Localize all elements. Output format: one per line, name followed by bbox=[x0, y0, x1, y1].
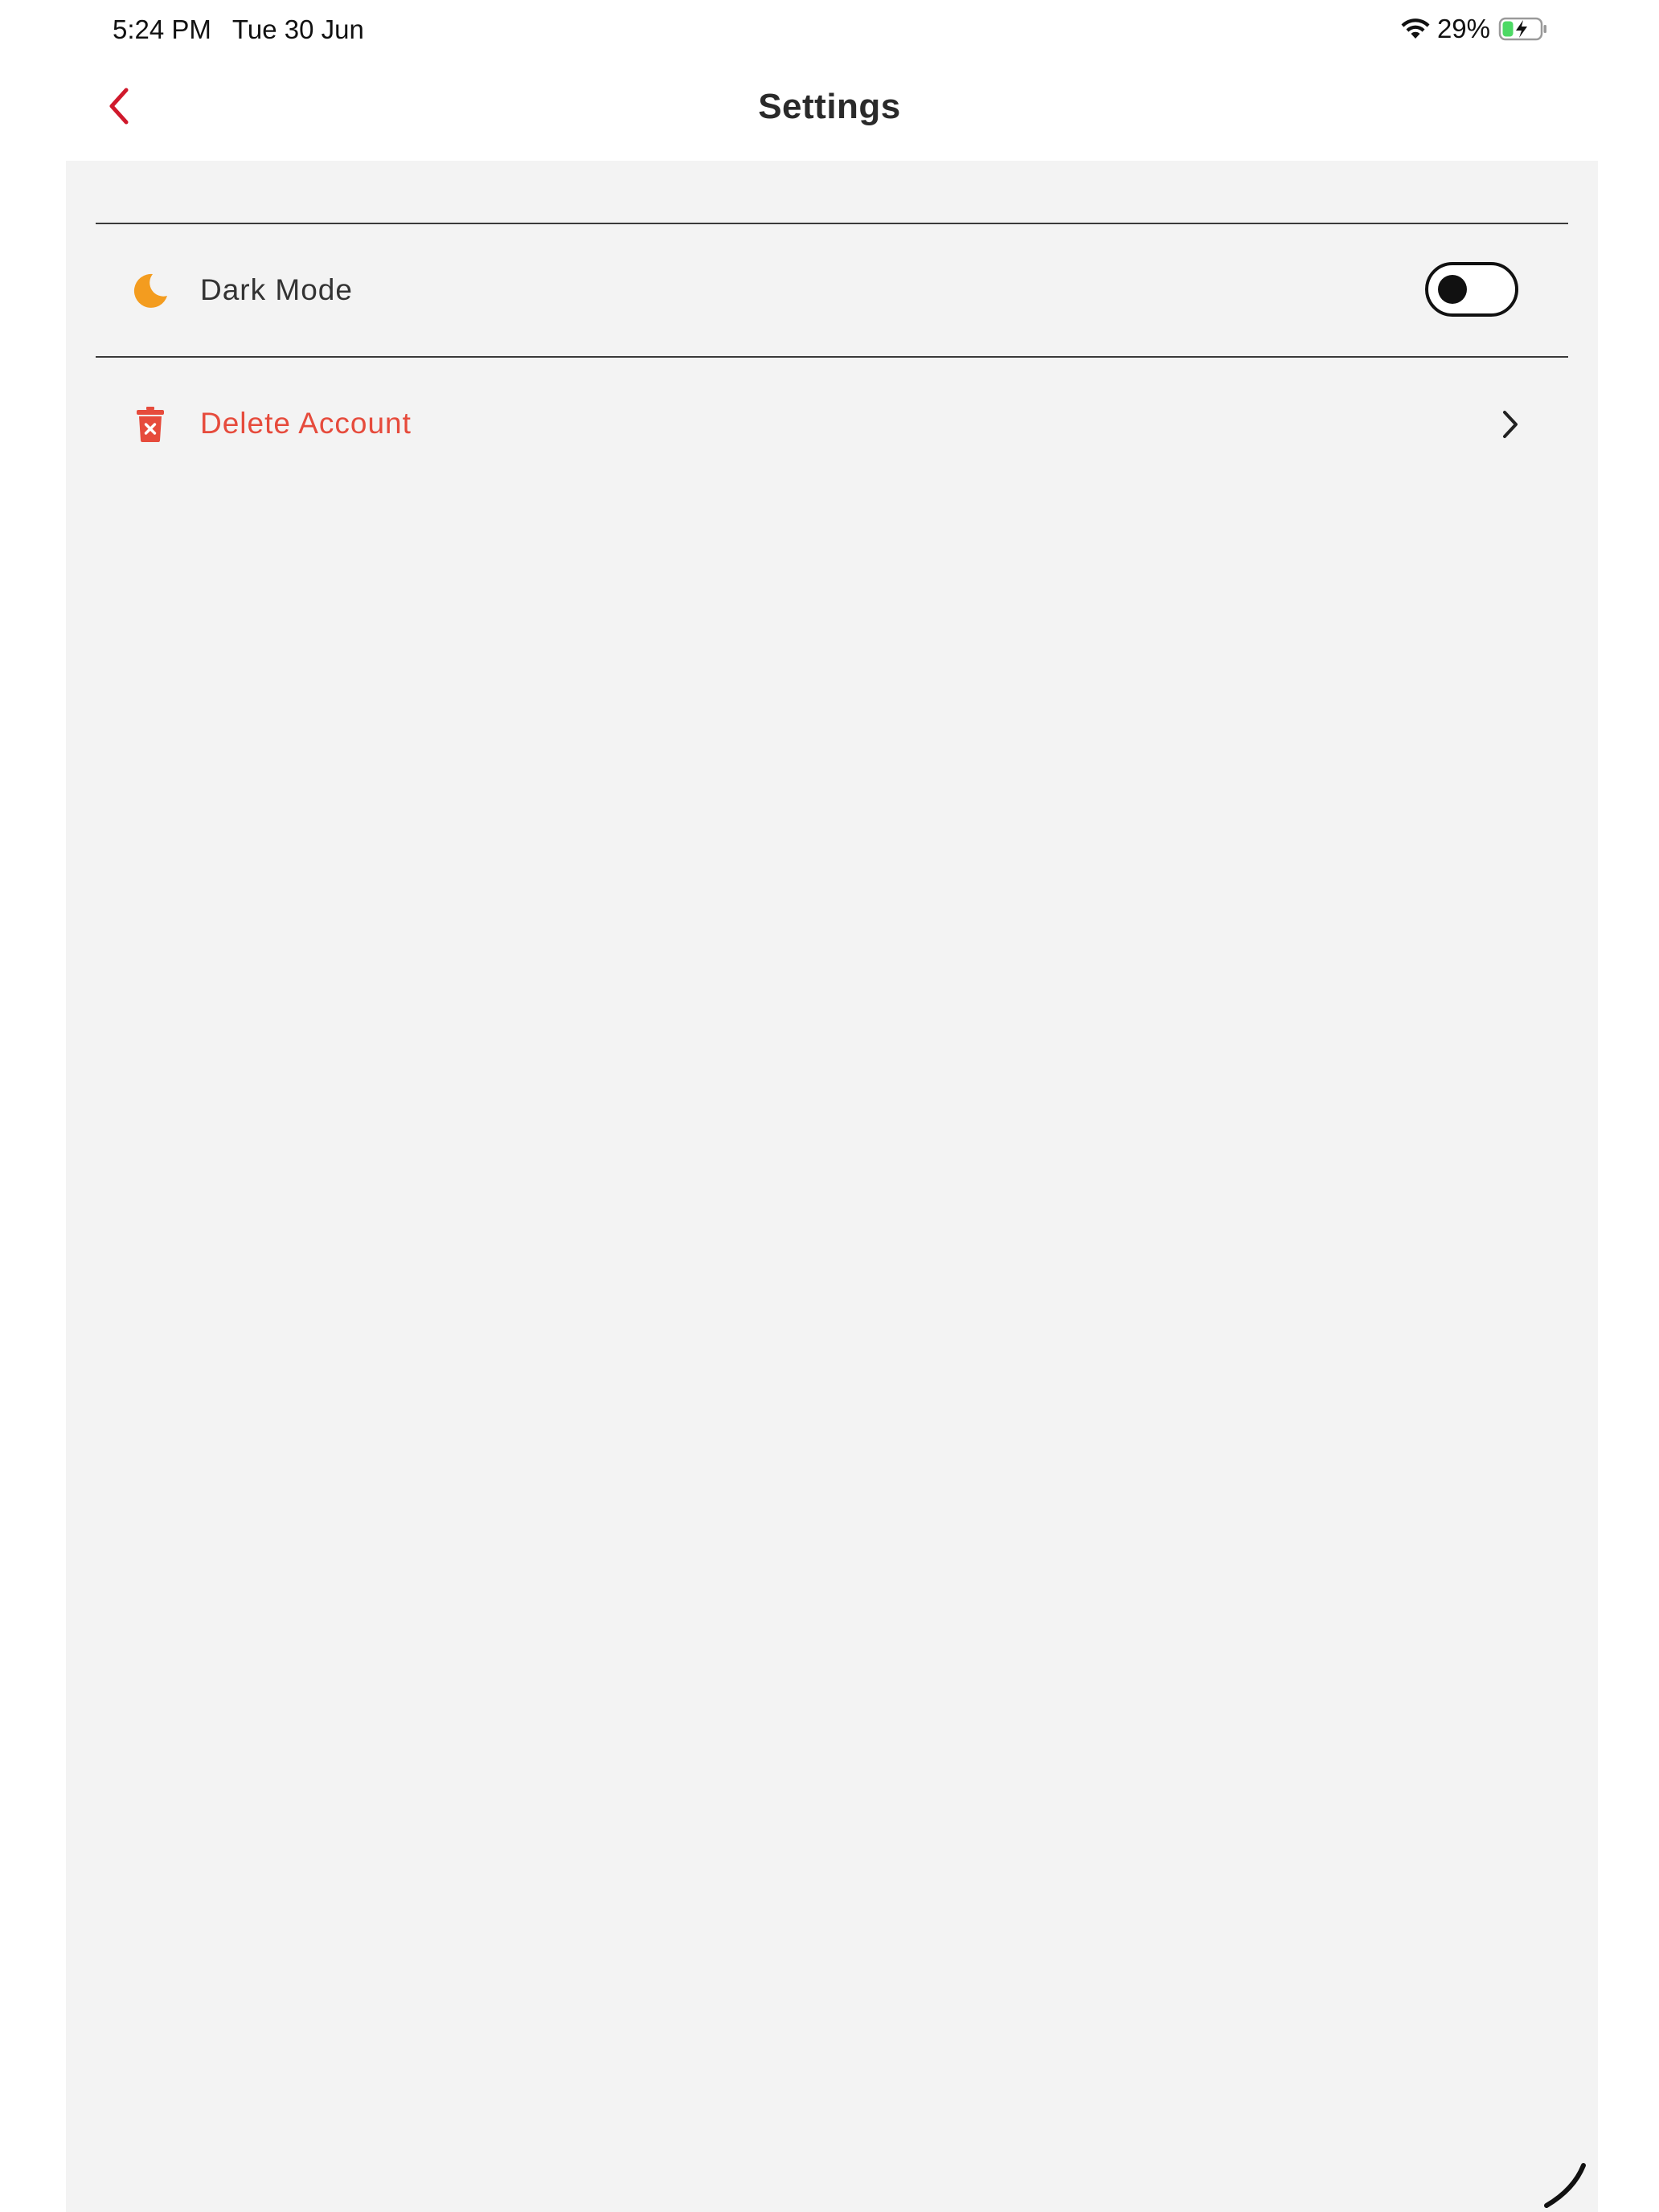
toggle-knob bbox=[1438, 275, 1467, 304]
moon-icon bbox=[131, 272, 170, 310]
status-date: Tue 30 Jun bbox=[231, 14, 364, 44]
dark-mode-row: Dark Mode bbox=[96, 225, 1568, 357]
divider bbox=[96, 356, 1568, 358]
delete-account-label: Delete Account bbox=[200, 407, 412, 440]
navigation-bar: Settings bbox=[0, 58, 1659, 161]
battery-percentage: 29% bbox=[1436, 14, 1490, 43]
delete-account-row[interactable]: Delete Account bbox=[96, 358, 1568, 490]
dark-mode-toggle[interactable] bbox=[1425, 262, 1518, 317]
divider bbox=[96, 223, 1568, 224]
status-time: 5:24 PM bbox=[113, 14, 211, 44]
battery-charging-icon bbox=[1498, 17, 1546, 41]
wifi-icon bbox=[1401, 18, 1430, 39]
page-title: Settings bbox=[758, 87, 901, 126]
chevron-right-icon bbox=[1503, 411, 1518, 438]
status-indicators: 29% bbox=[1400, 13, 1548, 45]
trash-icon bbox=[131, 405, 170, 444]
resize-handle-icon bbox=[1544, 2163, 1586, 2208]
dark-mode-label: Dark Mode bbox=[200, 273, 353, 306]
settings-list: Dark Mode Delete Account bbox=[66, 161, 1598, 2212]
status-time-date: 5:24 PM Tue 30 Jun bbox=[113, 14, 364, 45]
status-bar: 5:24 PM Tue 30 Jun 29% bbox=[0, 0, 1659, 58]
